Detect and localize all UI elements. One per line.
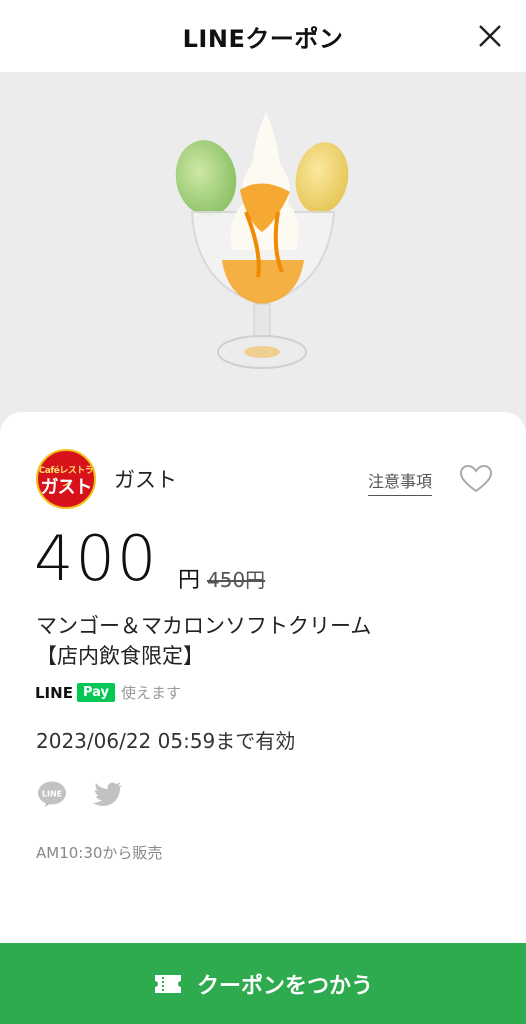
coupon-price: 400 [34,522,159,595]
heart-icon[interactable] [459,464,493,494]
use-coupon-button[interactable]: クーポンをつかう [0,943,526,1024]
parfait-illustration [175,112,349,369]
store-logo: Caféレストラン ガスト [36,449,96,509]
header-bar: LINEクーポン [0,0,526,72]
notes-link[interactable]: 注意事項 [368,468,433,496]
use-coupon-label: クーポンをつかう [196,973,373,999]
store-name: ガスト [114,468,177,492]
linepay-available-text: 使えます [121,684,182,702]
price-unit: 円 [178,568,201,593]
logo-text: ガスト [40,477,93,498]
line-share-icon[interactable]: LINE [37,779,67,809]
coupon-subtitle: 【店内飲食限定】 [36,644,204,668]
close-icon[interactable] [476,22,504,50]
original-price: 450円 [207,568,266,592]
ticket-icon [154,974,181,993]
validity-date: 2023/06/22 05:59まで有効 [36,729,296,753]
linepay-line-text: LINE [35,683,73,702]
sale-time: AM10:30から販売 [36,844,163,862]
linepay-pay-text: Pay [76,683,115,702]
coupon-title: マンゴー＆マカロンソフトクリーム [36,614,372,638]
linepay-badge: LINE Pay [35,683,115,702]
page-title: LINEクーポン [182,24,344,53]
twitter-icon[interactable] [92,779,124,809]
coupon-image [0,72,526,432]
svg-text:LINE: LINE [42,790,62,799]
